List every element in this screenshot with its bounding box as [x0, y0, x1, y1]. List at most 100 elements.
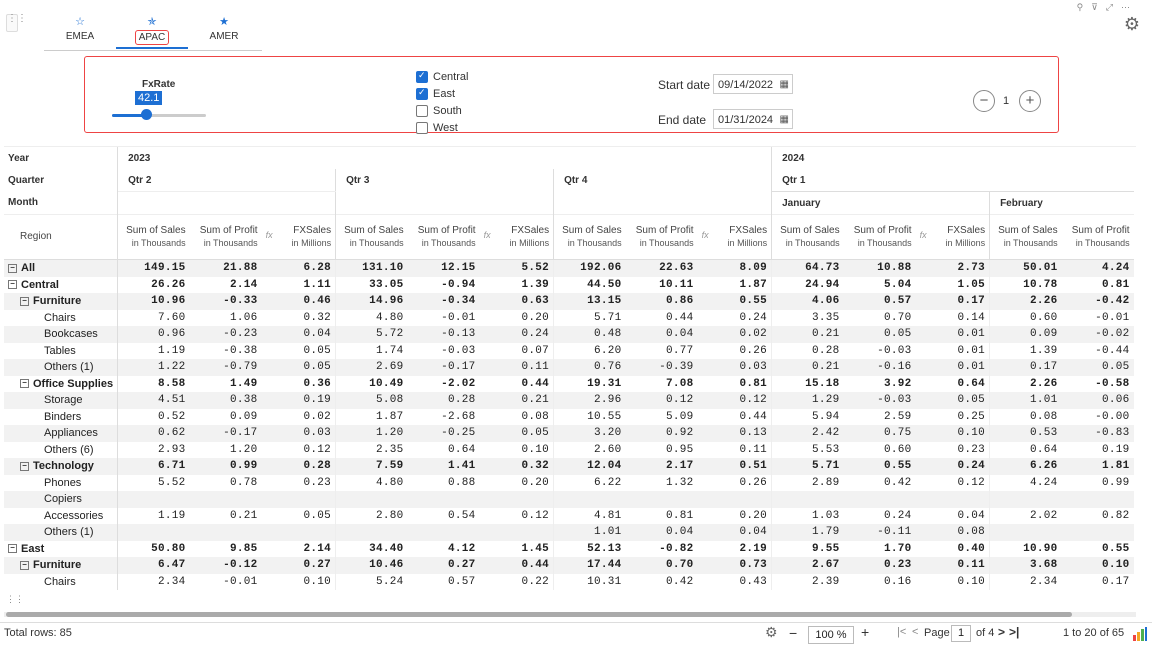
value-cell[interactable]: 0.44: [626, 310, 698, 327]
collapse-icon[interactable]: −: [20, 379, 29, 389]
value-cell[interactable]: 5.52: [118, 475, 190, 492]
value-cell[interactable]: 0.32: [480, 458, 554, 475]
value-cell[interactable]: 8.09: [698, 260, 772, 277]
value-cell[interactable]: -0.13: [408, 326, 480, 343]
value-cell[interactable]: [118, 491, 190, 508]
value-cell[interactable]: 0.28: [771, 342, 844, 359]
value-cell[interactable]: 64.73: [771, 259, 844, 277]
value-cell[interactable]: 1.19: [118, 508, 190, 525]
table-row[interactable]: Accessories 1.19 0.21 0.05 2.80 0.54 0.12 4.81 0…: [4, 507, 1134, 525]
value-cell[interactable]: 0.21: [771, 359, 844, 376]
value-cell[interactable]: 0.05: [262, 508, 336, 525]
collapse-icon[interactable]: −: [20, 296, 29, 306]
value-cell[interactable]: 1.70: [844, 541, 916, 558]
value-cell[interactable]: 1.45: [480, 541, 554, 558]
value-cell[interactable]: [1062, 491, 1134, 508]
value-cell[interactable]: 0.12: [262, 442, 336, 459]
value-cell[interactable]: 1.05: [916, 277, 990, 294]
value-cell[interactable]: 7.59: [335, 458, 408, 475]
value-cell[interactable]: [916, 491, 990, 508]
value-cell[interactable]: [335, 491, 408, 508]
value-cell[interactable]: [262, 491, 336, 508]
value-cell[interactable]: -0.00: [1062, 409, 1134, 426]
value-cell[interactable]: 2.80: [335, 507, 408, 524]
value-cell[interactable]: 33.05: [335, 276, 408, 293]
value-cell[interactable]: 0.81: [698, 376, 772, 393]
value-cell[interactable]: 2.42: [771, 425, 844, 442]
value-cell[interactable]: 9.55: [771, 540, 844, 557]
measure-header[interactable]: Sum of Sales in Thousands: [335, 214, 408, 260]
value-cell[interactable]: 0.04: [626, 524, 698, 541]
region-checkbox-central[interactable]: Central: [416, 70, 468, 83]
value-cell[interactable]: 0.28: [262, 458, 336, 475]
value-cell[interactable]: 0.21: [771, 326, 844, 343]
value-cell[interactable]: 0.12: [698, 392, 772, 409]
value-cell[interactable]: -0.12: [190, 557, 262, 574]
value-cell[interactable]: 0.08: [480, 409, 554, 426]
value-cell[interactable]: 1.87: [335, 408, 408, 425]
value-cell[interactable]: 0.55: [698, 293, 772, 310]
value-cell[interactable]: 6.26: [989, 458, 1062, 475]
value-cell[interactable]: 0.05: [1062, 359, 1134, 376]
value-cell[interactable]: -0.39: [626, 359, 698, 376]
value-cell[interactable]: 5.08: [335, 392, 408, 409]
value-cell[interactable]: -0.17: [408, 359, 480, 376]
resize-grip-icon[interactable]: ⋮⋮: [6, 594, 24, 605]
table-row[interactable]: Tables 1.19 -0.38 0.05 1.74 -0.03 0.07 6.20 0.77…: [4, 342, 1134, 360]
page-input[interactable]: 1: [951, 625, 971, 642]
table-row[interactable]: Phones 5.52 0.78 0.23 4.80 0.88 0.20 6.22 1.32 0.…: [4, 474, 1134, 492]
value-cell[interactable]: 0.42: [626, 574, 698, 591]
measure-header[interactable]: Sum of Profit in Thousands: [189, 214, 262, 260]
calendar-icon[interactable]: ▦: [780, 110, 789, 130]
value-cell[interactable]: 50.80: [118, 541, 190, 558]
start-date-input[interactable]: 09/14/2022 ▦: [713, 74, 793, 94]
prev-page-icon[interactable]: <: [912, 626, 918, 638]
table-row[interactable]: − Furniture 6.47 -0.12 0.27 10.46 0.27 0.44 17.4…: [4, 557, 1134, 574]
value-cell[interactable]: 2.59: [844, 409, 916, 426]
collapse-icon[interactable]: −: [20, 560, 29, 570]
value-cell[interactable]: 4.80: [335, 474, 408, 491]
value-cell[interactable]: 0.10: [262, 574, 336, 591]
value-cell[interactable]: 1.39: [480, 277, 554, 294]
value-cell[interactable]: 0.46: [262, 293, 336, 310]
value-cell[interactable]: 6.47: [118, 557, 190, 574]
tab-emea[interactable]: ☆ EMEA: [44, 12, 116, 49]
value-cell[interactable]: 0.11: [480, 359, 554, 376]
value-cell[interactable]: 0.27: [408, 557, 480, 574]
horizontal-scrollbar-thumb[interactable]: [6, 612, 1072, 617]
pin-icon[interactable]: ⚲: [1077, 2, 1092, 12]
value-cell[interactable]: 9.85: [190, 541, 262, 558]
value-cell[interactable]: 0.55: [1062, 541, 1134, 558]
value-cell[interactable]: 0.53: [989, 425, 1062, 442]
value-cell[interactable]: 0.12: [480, 508, 554, 525]
value-cell[interactable]: 1.74: [335, 342, 408, 359]
measure-header[interactable]: fx FXSales in Millions: [479, 214, 554, 260]
value-cell[interactable]: 50.01: [989, 259, 1062, 277]
value-cell[interactable]: 2.14: [190, 277, 262, 294]
value-cell[interactable]: 3.68: [989, 557, 1062, 574]
value-cell[interactable]: 4.51: [118, 392, 190, 409]
value-cell[interactable]: 0.03: [262, 425, 336, 442]
value-cell[interactable]: 0.70: [626, 557, 698, 574]
collapse-icon[interactable]: −: [8, 544, 17, 554]
value-cell[interactable]: 1.03: [771, 507, 844, 524]
next-page-icon[interactable]: >: [998, 625, 1005, 639]
value-cell[interactable]: 0.09: [989, 326, 1062, 343]
value-cell[interactable]: 21.88: [190, 260, 262, 277]
measure-header[interactable]: Sum of Sales in Thousands: [553, 214, 626, 260]
measure-header[interactable]: Sum of Profit in Thousands: [625, 214, 698, 260]
value-cell[interactable]: 2.02: [989, 507, 1062, 524]
checkbox-unchecked-icon[interactable]: [416, 105, 428, 117]
value-cell[interactable]: 0.19: [1062, 442, 1134, 459]
checkbox-unchecked-icon[interactable]: [416, 122, 428, 134]
value-cell[interactable]: 2.35: [335, 441, 408, 458]
value-cell[interactable]: 0.95: [626, 442, 698, 459]
value-cell[interactable]: 0.07: [480, 343, 554, 360]
measure-header[interactable]: Sum of Profit in Thousands: [407, 214, 480, 260]
table-row[interactable]: − Technology 6.71 0.99 0.28 7.59 1.41 0.32 12.04…: [4, 458, 1134, 475]
checkbox-checked-icon[interactable]: [416, 70, 428, 83]
value-cell[interactable]: 2.19: [698, 541, 772, 558]
value-cell[interactable]: 0.11: [916, 557, 990, 574]
value-cell[interactable]: 0.27: [262, 557, 336, 574]
tab-apac[interactable]: ✯ APAC: [116, 12, 188, 49]
